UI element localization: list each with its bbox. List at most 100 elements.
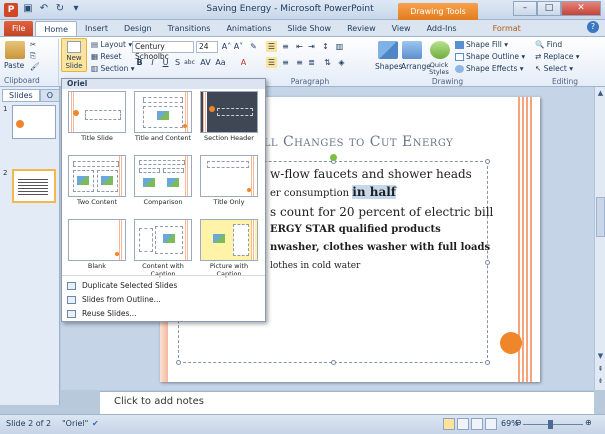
layout-title-slide[interactable]: Title Slide <box>68 91 126 142</box>
minimize-button[interactable]: – <box>513 1 537 16</box>
paste-button[interactable]: Paste <box>4 61 24 70</box>
increase-indent-icon[interactable]: ⇥ <box>306 41 317 52</box>
tab-slide-show[interactable]: Slide Show <box>279 21 339 36</box>
font-color-icon[interactable]: A <box>238 57 249 68</box>
theme-name[interactable]: "Oriel" <box>62 419 88 428</box>
italic-button[interactable]: I <box>147 57 158 68</box>
slide-sorter-view-icon[interactable] <box>457 418 469 430</box>
quick-styles-button[interactable]: Quick Styles <box>427 62 451 76</box>
tab-add-ins[interactable]: Add-Ins <box>419 21 465 36</box>
layout-section-header[interactable]: Section Header <box>200 91 258 142</box>
notes-pane[interactable]: Click to add notes <box>100 391 594 414</box>
tab-view[interactable]: View <box>384 21 419 36</box>
slide-thumbnail-2[interactable] <box>12 169 56 203</box>
layout-button[interactable]: ▤ Layout ▾ <box>91 40 132 49</box>
strikethrough-button[interactable]: abc <box>184 57 195 68</box>
copy-icon[interactable]: ⎘ <box>30 51 36 61</box>
shrink-font-icon[interactable]: A˅ <box>233 41 244 52</box>
layout-comparison[interactable]: Comparison <box>134 155 192 206</box>
shape-outline-button[interactable]: Shape Outline ▾ <box>455 52 525 61</box>
rotate-handle-icon[interactable] <box>330 154 337 161</box>
zoom-out-icon[interactable]: ⊖ <box>515 418 522 427</box>
new-slide-button[interactable]: New Slide <box>61 38 87 72</box>
zoom-in-icon[interactable]: ⊕ <box>585 418 592 427</box>
handle-bottom-left[interactable] <box>176 360 181 365</box>
tab-outline[interactable]: O <box>39 89 60 102</box>
layout-blank[interactable]: Blank <box>68 219 126 270</box>
columns-icon[interactable]: ▥ <box>334 41 345 52</box>
tab-review[interactable]: Review <box>339 21 384 36</box>
line-spacing-icon[interactable]: ↕ <box>320 41 331 52</box>
tab-home[interactable]: Home <box>35 21 78 36</box>
scroll-down-icon[interactable]: ▼ <box>596 352 605 360</box>
clear-formatting-icon[interactable]: ✎ <box>248 41 259 52</box>
layout-two-content[interactable]: Two Content <box>68 155 126 206</box>
layout-title-only[interactable]: Title Only <box>200 155 258 206</box>
align-center-icon[interactable]: ≡ <box>280 57 291 68</box>
reset-button[interactable]: ▦ Reset <box>91 52 121 61</box>
align-left-icon[interactable]: ☰ <box>266 57 277 68</box>
shadow-button[interactable]: S <box>172 57 183 68</box>
vertical-scrollbar[interactable]: ▲ ▼ ⇞ ⇟ <box>594 87 605 390</box>
font-name-combo[interactable]: Century Schoolbc <box>132 41 194 61</box>
align-right-icon[interactable]: ≡ <box>294 57 305 68</box>
scroll-thumb[interactable] <box>596 197 605 237</box>
tab-design[interactable]: Design <box>116 21 160 36</box>
tab-format[interactable]: Format <box>485 21 529 36</box>
redo-icon[interactable]: ↻ <box>54 3 66 14</box>
quick-styles-icon[interactable] <box>430 41 450 59</box>
scroll-up-icon[interactable]: ▲ <box>596 89 605 97</box>
character-spacing-icon[interactable]: AV <box>200 57 211 68</box>
help-icon[interactable]: ? <box>587 21 599 33</box>
layout-picture-with-caption[interactable]: Picture with Caption <box>200 219 258 278</box>
justify-icon[interactable]: ≣ <box>306 57 317 68</box>
bold-button[interactable]: B <box>134 57 145 68</box>
reading-view-icon[interactable] <box>471 418 483 430</box>
reuse-slides-item[interactable]: Reuse Slides... <box>64 307 264 321</box>
numbering-icon[interactable]: ≡ <box>280 41 291 52</box>
zoom-slider-knob[interactable] <box>548 420 553 429</box>
decrease-indent-icon[interactable]: ⇤ <box>294 41 305 52</box>
shape-fill-button[interactable]: Shape Fill ▾ <box>455 40 508 49</box>
grow-font-icon[interactable]: A˄ <box>221 41 232 52</box>
tab-file[interactable]: File <box>4 21 34 36</box>
change-case-icon[interactable]: Aa <box>215 57 226 68</box>
layout-title-and-content[interactable]: Title and Content <box>134 91 192 142</box>
tab-animations[interactable]: Animations <box>218 21 279 36</box>
layout-content-with-caption[interactable]: Content with Caption <box>134 219 192 278</box>
slides-from-outline-item[interactable]: Slides from Outline... <box>64 293 264 307</box>
underline-button[interactable]: U <box>160 57 171 68</box>
shapes-button[interactable]: Shapes <box>375 62 402 71</box>
slide-show-view-icon[interactable] <box>485 418 497 430</box>
handle-top-right[interactable] <box>485 159 490 164</box>
shape-effects-button[interactable]: Shape Effects ▾ <box>455 64 524 73</box>
normal-view-icon[interactable] <box>443 418 455 430</box>
tab-insert[interactable]: Insert <box>77 21 116 36</box>
save-icon[interactable]: ▣ <box>22 3 34 14</box>
arrange-icon[interactable] <box>402 41 422 59</box>
text-direction-icon[interactable]: ⇅ <box>322 57 333 68</box>
qat-dropdown-icon[interactable]: ▾ <box>70 3 82 14</box>
handle-bottom-right[interactable] <box>485 360 490 365</box>
format-painter-icon[interactable]: 🖌 <box>30 62 40 71</box>
find-button[interactable]: 🔍 Find <box>535 40 562 49</box>
cut-icon[interactable]: ✂ <box>30 40 36 49</box>
select-button[interactable]: ↖ Select ▾ <box>535 64 573 73</box>
section-button[interactable]: ▥ Section ▾ <box>91 64 135 73</box>
undo-icon[interactable]: ↶ <box>38 3 50 14</box>
smartart-icon[interactable]: ◈ <box>336 57 347 68</box>
zoom-slider-track[interactable] <box>523 424 583 425</box>
next-slide-icon[interactable]: ⇟ <box>596 377 605 385</box>
tab-slides[interactable]: Slides <box>2 89 40 102</box>
spell-check-icon[interactable]: ✔ <box>92 419 99 428</box>
slide-thumbnail-1[interactable] <box>12 105 56 139</box>
font-size-combo[interactable]: 24 <box>196 41 218 53</box>
slide-bullets[interactable]: w-flow faucets and shower heads er consu… <box>270 165 540 275</box>
tab-transitions[interactable]: Transitions <box>160 21 219 36</box>
powerpoint-app-icon[interactable]: P <box>4 3 18 17</box>
handle-bottom-middle[interactable] <box>331 360 336 365</box>
bullets-icon[interactable]: ☰ <box>266 41 277 52</box>
maximize-button[interactable]: □ <box>537 1 561 16</box>
shapes-icon[interactable] <box>378 41 398 59</box>
duplicate-selected-slides-item[interactable]: Duplicate Selected Slides <box>64 279 264 293</box>
